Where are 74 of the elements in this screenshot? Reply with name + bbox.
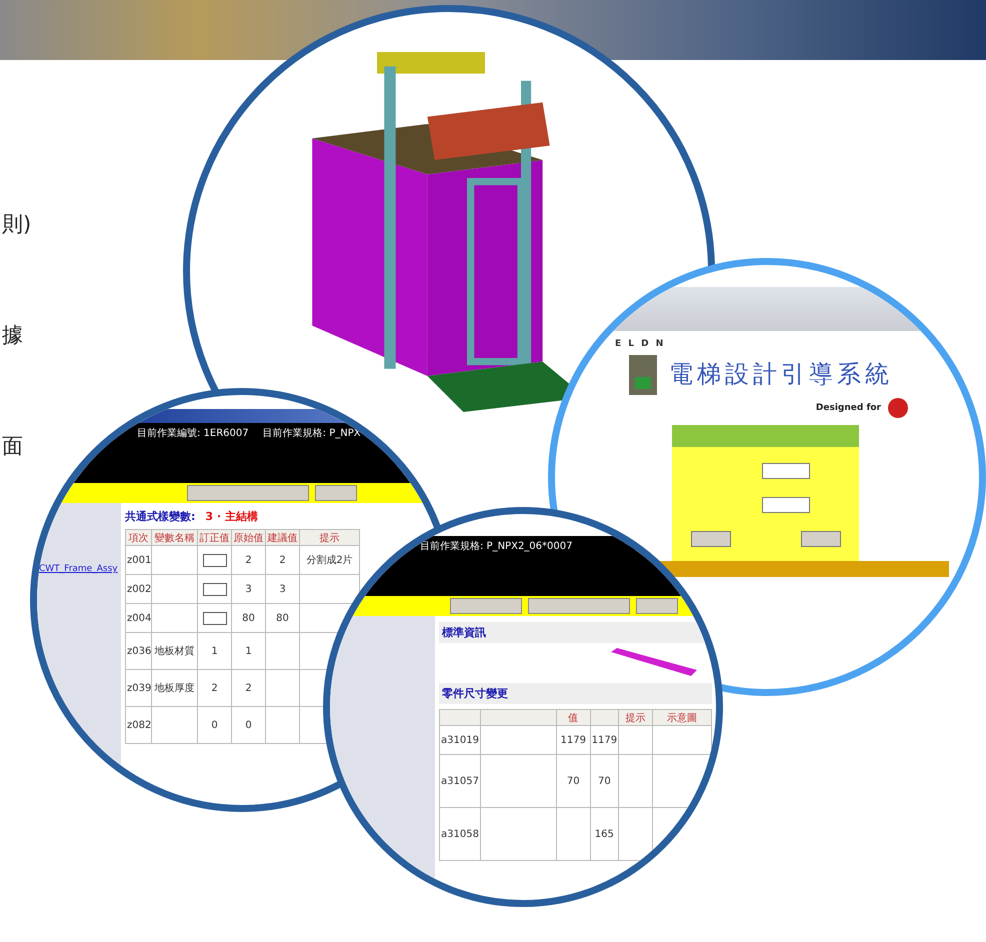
- input-field[interactable]: [762, 497, 810, 513]
- table-cell: 地板材質: [152, 632, 198, 670]
- column-header: 訂正值: [198, 530, 232, 546]
- table-cell: 0: [232, 706, 266, 744]
- table-cell: [556, 808, 590, 860]
- column-header: 示意圖: [652, 710, 712, 726]
- column-header: 變數名稱: [152, 530, 198, 546]
- body-text: 面: [2, 434, 23, 458]
- table-cell: z082: [126, 706, 152, 744]
- company-logo-icon: [887, 397, 909, 419]
- designed-for-text: Designed for: [816, 403, 881, 413]
- column-header: 建議值: [266, 530, 300, 546]
- table-cell: a31057: [440, 754, 480, 808]
- job-spec: 目前作業規格: P_NPX2_06*0007: [420, 540, 572, 553]
- table-cell: [618, 754, 652, 808]
- table-cell: 70: [590, 754, 619, 808]
- column-header: [590, 710, 619, 726]
- table-cell: [618, 808, 652, 860]
- table-cell: 3: [266, 574, 300, 604]
- table-cell: 地板厚度: [152, 670, 198, 706]
- table-cell: z004: [126, 604, 152, 632]
- table-cell: 80: [266, 604, 300, 632]
- table-cell: [266, 632, 300, 670]
- table-cell: z002: [126, 574, 152, 604]
- table-cell: 2: [232, 546, 266, 574]
- column-header: 值: [556, 710, 590, 726]
- table-cell: 0: [198, 706, 232, 744]
- table-cell: z039: [126, 670, 152, 706]
- table-cell: 1179: [590, 726, 619, 754]
- brand-text: E L D N: [614, 338, 666, 349]
- table-cell: 165: [590, 808, 619, 860]
- section-heading: 共通式樣變數:: [125, 509, 196, 524]
- table-cell: z036: [126, 632, 152, 670]
- system-title: 電梯設計引導系統: [669, 359, 893, 390]
- table-cell: [618, 726, 652, 754]
- table-cell: a31058: [440, 808, 480, 860]
- table-cell: 2: [198, 670, 232, 706]
- toolbar-button[interactable]: [636, 598, 678, 614]
- column-header: 提示: [618, 710, 652, 726]
- table-cell: 80: [232, 604, 266, 632]
- table-cell: [266, 706, 300, 744]
- dropdown-field[interactable]: [202, 554, 226, 566]
- dropdown-field[interactable]: [202, 612, 226, 624]
- toolbar-button[interactable]: [450, 598, 522, 614]
- table-cell: z001: [126, 546, 152, 574]
- table-cell: [266, 670, 300, 706]
- sidebar-link[interactable]: CWT_Frame_Assy: [39, 563, 118, 575]
- toolbar-button[interactable]: [528, 598, 630, 614]
- table-cell: [152, 706, 198, 744]
- table-cell: 2: [232, 670, 266, 706]
- table-cell: 1: [232, 632, 266, 670]
- table-cell: 1: [198, 632, 232, 670]
- table-cell: 1179: [556, 726, 590, 754]
- section-heading: 零件尺寸變更: [439, 683, 712, 704]
- table-cell: 2: [266, 546, 300, 574]
- table-cell: a31019: [440, 726, 480, 754]
- dropdown-field[interactable]: [202, 582, 226, 596]
- login-button[interactable]: [690, 531, 730, 547]
- table-cell: [652, 726, 712, 754]
- column-header: 提示: [300, 530, 360, 546]
- job-number: 目前作業編號: 1ER6007: [137, 426, 249, 440]
- body-text: 據: [2, 323, 23, 347]
- column-header: 原始值: [232, 530, 266, 546]
- input-field[interactable]: [762, 463, 810, 479]
- column-header: 項次: [126, 530, 152, 546]
- section-name: 3 · 主結構: [205, 509, 258, 524]
- table-cell: 3: [232, 574, 266, 604]
- table-cell: 70: [556, 754, 590, 808]
- toolbar-button[interactable]: [315, 485, 357, 501]
- body-text: 則): [2, 212, 32, 236]
- job-spec: 目前作業規格: P_NPX: [262, 426, 361, 440]
- beam-part-icon: [609, 648, 699, 678]
- reset-button[interactable]: [800, 531, 840, 547]
- toolbar-button[interactable]: [187, 485, 309, 501]
